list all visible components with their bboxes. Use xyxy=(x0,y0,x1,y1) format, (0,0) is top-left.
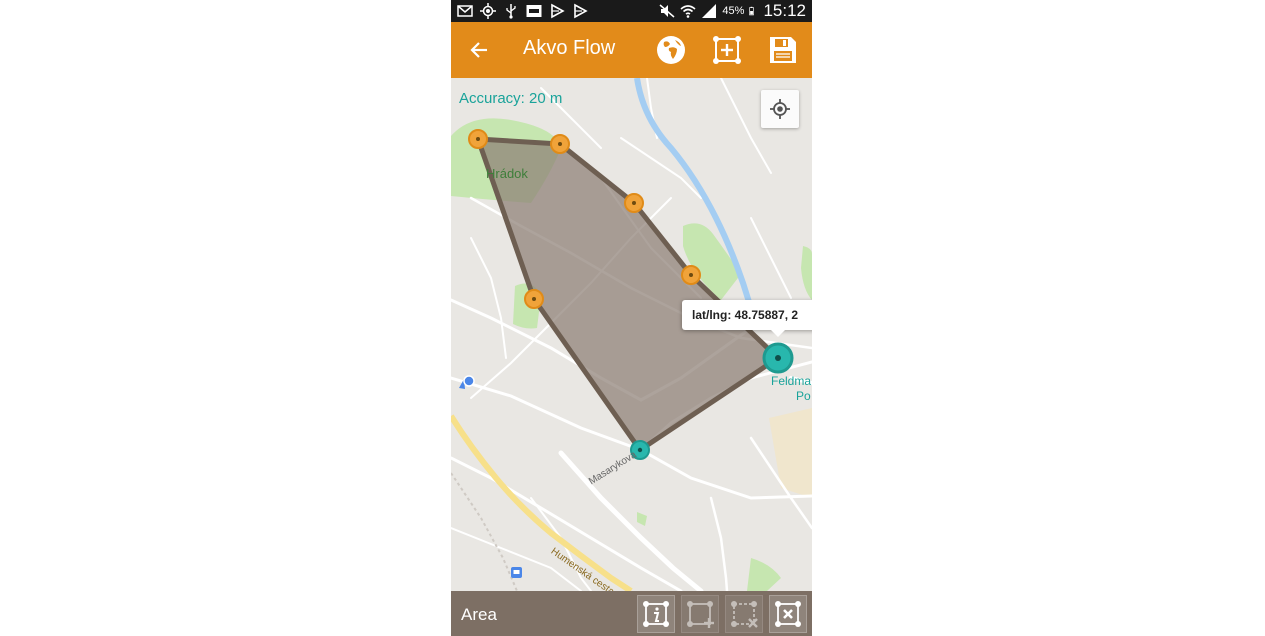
shape-info-button[interactable] xyxy=(637,595,675,633)
info-icon xyxy=(643,601,669,627)
back-arrow-icon xyxy=(470,42,487,58)
crosshair-icon xyxy=(770,99,790,119)
area-label: Area xyxy=(461,605,497,624)
mute-icon xyxy=(659,4,675,18)
gps-icon xyxy=(480,3,496,19)
battery-percent: 45% xyxy=(722,5,745,17)
vertex-dot xyxy=(775,355,781,361)
my-location-dot xyxy=(463,375,475,387)
vertex-dot xyxy=(632,201,636,205)
save-button[interactable] xyxy=(767,34,799,66)
remove-vertex-icon xyxy=(731,601,758,628)
map-view[interactable]: Accuracy: 20 m Hrádok Masarykova Humensk… xyxy=(451,78,812,591)
add-point-icon xyxy=(713,36,741,64)
place-label-feldmarsal: Feldma xyxy=(771,374,812,388)
vertex-dot xyxy=(558,142,562,146)
place-label-feldmarsal-2: Po xyxy=(796,389,811,403)
map-canvas xyxy=(451,78,812,591)
add-point-button[interactable] xyxy=(711,34,743,66)
wifi-icon xyxy=(680,5,696,18)
park-area xyxy=(801,246,812,300)
play-store-icon xyxy=(551,3,565,19)
vertex-dot xyxy=(689,273,693,277)
usb-icon xyxy=(506,4,516,19)
vertex-dot xyxy=(476,137,480,141)
accuracy-label: Accuracy: 20 m xyxy=(459,90,563,107)
clock: 15:12 xyxy=(763,1,806,20)
map-type-button[interactable] xyxy=(655,34,687,66)
mail-icon xyxy=(457,5,473,17)
globe-icon xyxy=(657,36,685,64)
coordinate-tooltip: lat/lng: 48.75887, 2 xyxy=(682,300,812,330)
tooltip-arrow xyxy=(771,330,785,337)
save-icon xyxy=(770,37,796,63)
signal-icon xyxy=(702,4,717,18)
delete-shape-icon xyxy=(775,601,801,627)
place-label-hradok: Hrádok xyxy=(486,166,528,181)
battery-icon xyxy=(749,6,755,16)
app-title: Akvo Flow xyxy=(523,37,616,59)
park-area xyxy=(637,512,647,526)
back-button[interactable] xyxy=(465,36,493,64)
building-area xyxy=(769,408,812,498)
status-bar: 45% 15:12 xyxy=(451,0,812,22)
add-vertex-button[interactable] xyxy=(681,595,719,633)
add-vertex-icon xyxy=(687,601,714,628)
delete-shape-button[interactable] xyxy=(769,595,807,633)
bus-stop-icon-window xyxy=(513,570,520,574)
park-area xyxy=(747,558,781,591)
app-bar: Akvo Flow xyxy=(451,22,812,78)
bottom-toolbar: Area xyxy=(451,591,812,636)
vertex-dot xyxy=(532,297,536,301)
vertex-dot xyxy=(637,447,643,453)
my-location-button[interactable] xyxy=(761,90,799,128)
akvo-app-icon xyxy=(526,5,542,17)
play-store-icon-2 xyxy=(574,3,588,19)
phone-screen: 45% 15:12 Akvo Flow Accuracy: 20 m Hrádo… xyxy=(451,0,812,636)
remove-vertex-button[interactable] xyxy=(725,595,763,633)
